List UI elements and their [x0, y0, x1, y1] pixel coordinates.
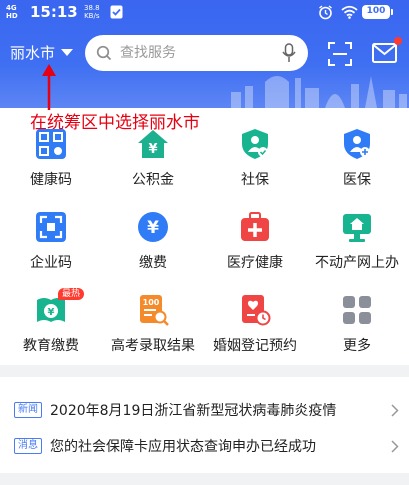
marriage-registration-icon — [242, 295, 271, 326]
service-education-payment[interactable]: ¥ 最热 教育缴费 — [0, 284, 102, 364]
header: 4G HD 15:13 38.8 KB/s 100 丽水市 — [0, 0, 409, 108]
service-label: 企业码 — [30, 255, 72, 271]
service-medical-health[interactable]: 医疗健康 — [204, 201, 306, 281]
city-selector[interactable]: 丽水市 — [10, 42, 74, 63]
hot-badge: 最热 — [58, 288, 85, 300]
real-estate-icon — [343, 214, 371, 242]
service-label: 医疗健康 — [227, 255, 283, 271]
medical-kit-icon — [241, 212, 269, 241]
service-label: 健康码 — [30, 172, 72, 188]
microphone-icon[interactable] — [282, 43, 296, 63]
service-health-code[interactable]: 健康码 — [0, 118, 102, 198]
net-speed: 38.8 KB/s — [84, 4, 100, 20]
news-item[interactable]: 新闻 2020年8月19日浙江省新型冠状病毒肺炎疫情 — [14, 395, 399, 425]
mail-icon[interactable] — [372, 43, 397, 63]
news-tag: 新闻 — [14, 402, 42, 418]
service-label: 不动产网上办 — [315, 255, 399, 271]
net-speed-value: 38.8 — [84, 4, 100, 12]
signal-indicator: 4G HD — [6, 4, 18, 20]
search-icon — [96, 45, 112, 61]
status-bar: 4G HD 15:13 38.8 KB/s 100 — [0, 0, 409, 26]
service-label: 更多 — [343, 338, 371, 354]
enterprise-code-icon — [36, 212, 66, 242]
city-skyline-decoration — [231, 76, 407, 108]
payment-icon: ¥ — [138, 212, 168, 242]
service-label: 婚姻登记预约 — [213, 338, 297, 354]
search-input[interactable] — [118, 44, 262, 62]
news-item[interactable]: 消息 您的社会保障卡应用状态查询申办已经成功 — [14, 431, 399, 461]
news-panel: 新闻 2020年8月19日浙江省新型冠状病毒肺炎疫情 消息 您的社会保障卡应用状… — [0, 377, 409, 473]
service-label: 高考录取结果 — [111, 338, 195, 354]
service-housing-fund[interactable]: ¥ 公积金 — [102, 118, 204, 198]
signal-network-type: 4G — [6, 4, 17, 12]
battery-indicator: 100 — [362, 5, 393, 19]
housing-fund-icon: ¥ — [138, 130, 168, 158]
service-label: 教育缴费 — [23, 338, 79, 354]
service-more[interactable]: 更多 — [306, 284, 408, 364]
service-label: 社保 — [241, 172, 269, 188]
scan-icon[interactable] — [328, 42, 352, 66]
health-code-icon — [36, 129, 66, 159]
service-medical-insurance[interactable]: 医保 — [306, 118, 408, 198]
service-social-security[interactable]: 社保 — [204, 118, 306, 198]
social-security-icon — [242, 129, 268, 159]
unread-dot — [394, 37, 402, 45]
chevron-right-icon — [391, 403, 399, 417]
service-label: 公积金 — [132, 172, 174, 188]
news-title: 您的社会保障卡应用状态查询申办已经成功 — [50, 439, 316, 455]
service-real-estate[interactable]: 不动产网上办 — [306, 201, 408, 281]
search-bar[interactable] — [85, 35, 308, 71]
status-time: 15:13 — [30, 3, 78, 21]
alarm-icon — [319, 5, 332, 20]
notification-check-icon — [110, 5, 123, 19]
signal-hd-label: HD — [6, 12, 18, 20]
svg-text:¥: ¥ — [48, 307, 55, 318]
news-title: 2020年8月19日浙江省新型冠状病毒肺炎疫情 — [50, 403, 337, 419]
svg-text:100: 100 — [143, 298, 160, 307]
net-speed-unit: KB/s — [84, 12, 100, 20]
wifi-icon — [341, 5, 358, 19]
red-arrow-annotation — [42, 64, 56, 110]
city-name: 丽水市 — [10, 44, 56, 62]
service-label: 缴费 — [139, 255, 167, 271]
service-label: 医保 — [343, 172, 371, 188]
service-exam-results[interactable]: 100 高考录取结果 — [102, 284, 204, 364]
service-marriage-registration[interactable]: 婚姻登记预约 — [204, 284, 306, 364]
exam-results-icon: 100 — [140, 295, 169, 326]
news-tag: 消息 — [14, 438, 42, 454]
service-payment[interactable]: ¥ 缴费 — [102, 201, 204, 281]
chevron-right-icon — [391, 439, 399, 453]
svg-text:¥: ¥ — [148, 142, 157, 157]
medical-insurance-icon — [344, 129, 370, 159]
service-enterprise-code[interactable]: 企业码 — [0, 201, 102, 281]
more-grid-icon — [343, 296, 371, 324]
chevron-down-icon — [61, 49, 74, 56]
svg-text:¥: ¥ — [147, 218, 159, 238]
